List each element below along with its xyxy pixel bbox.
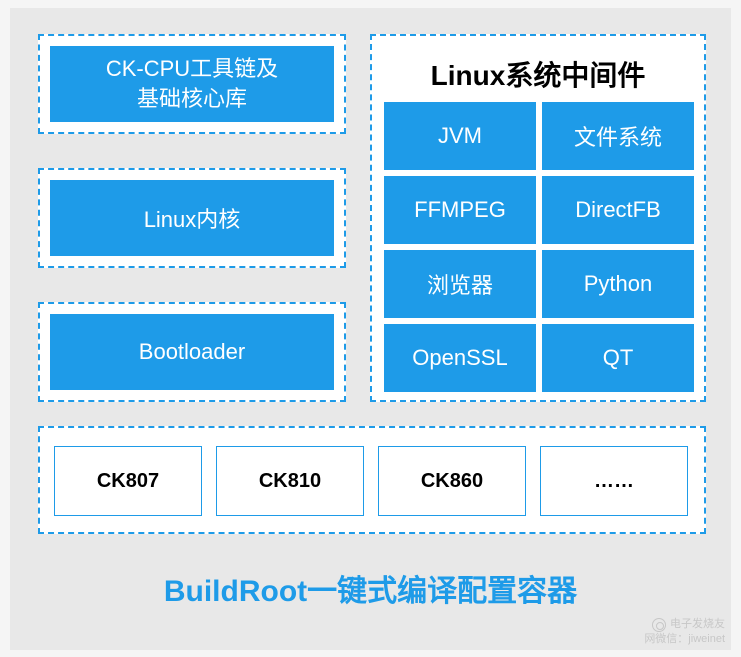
chips-container: CK807 CK810 CK860 …… <box>38 426 706 534</box>
kernel-block: Linux内核 <box>50 180 334 256</box>
middleware-cell-directfb: DirectFB <box>542 176 694 244</box>
middleware-title: Linux系统中间件 <box>372 54 704 94</box>
kernel-container: Linux内核 <box>38 168 346 268</box>
toolchain-container: CK-CPU工具链及 基础核心库 <box>38 34 346 134</box>
middleware-cell-jvm: JVM <box>384 102 536 170</box>
chip-more: …… <box>540 446 688 516</box>
middleware-cell-openssl: OpenSSL <box>384 324 536 392</box>
bootloader-container: Bootloader <box>38 302 346 402</box>
middleware-container: Linux系统中间件 JVM 文件系统 FFMPEG DirectFB 浏览器 … <box>370 34 706 402</box>
middleware-cell-qt: QT <box>542 324 694 392</box>
watermark-line1: 电子发烧友 <box>670 618 725 630</box>
watermark-line2: 网微信：jiweinet <box>644 632 725 646</box>
watermark-logo-icon <box>652 618 666 632</box>
middleware-cell-filesys: 文件系统 <box>542 102 694 170</box>
middleware-cell-browser: 浏览器 <box>384 250 536 318</box>
watermark: 电子发烧友 网微信：jiweinet <box>644 617 725 646</box>
chip-ck860: CK860 <box>378 446 526 516</box>
middleware-cell-python: Python <box>542 250 694 318</box>
diagram-canvas: CK-CPU工具链及 基础核心库 Linux内核 Bootloader Linu… <box>10 8 731 650</box>
footer-title: BuildRoot一键式编译配置容器 <box>10 566 731 610</box>
chip-ck807: CK807 <box>54 446 202 516</box>
middleware-cell-ffmpeg: FFMPEG <box>384 176 536 244</box>
bootloader-block: Bootloader <box>50 314 334 390</box>
chip-ck810: CK810 <box>216 446 364 516</box>
toolchain-block: CK-CPU工具链及 基础核心库 <box>50 46 334 122</box>
